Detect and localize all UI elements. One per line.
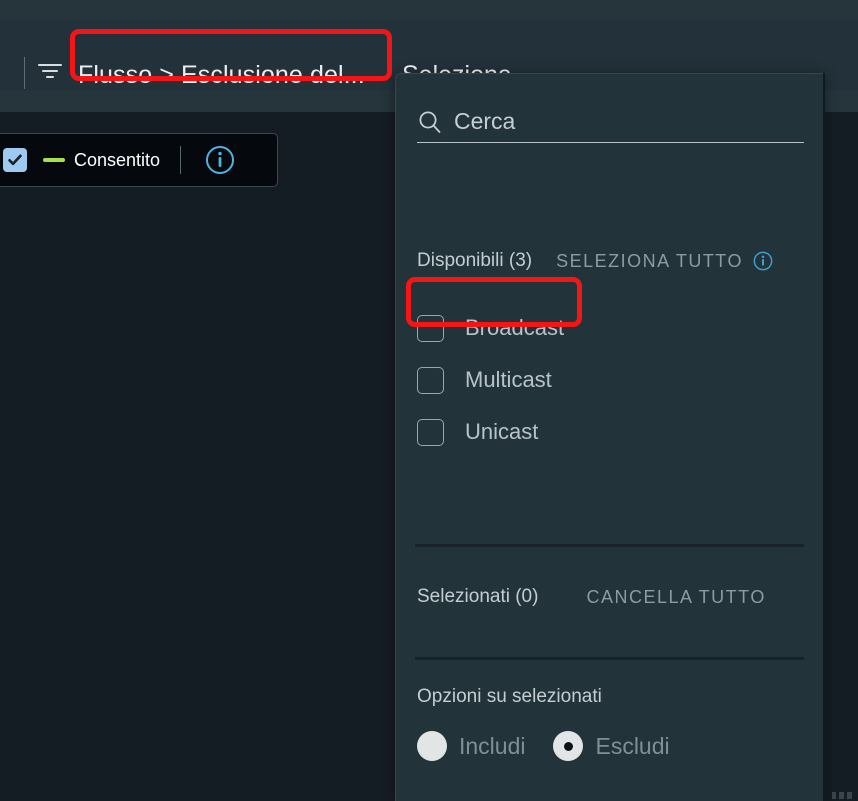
option-label: Multicast <box>465 367 552 392</box>
available-header: Disponibili (3) SELEZIONA TUTTO <box>417 250 773 272</box>
toolbar-divider <box>24 57 25 89</box>
list-item[interactable]: Unicast <box>417 406 805 458</box>
bottom-cutoff-fragment <box>832 792 852 799</box>
radio-escludi[interactable] <box>553 731 584 761</box>
legend-checkbox[interactable] <box>3 148 27 172</box>
legend-color-swatch <box>43 158 65 162</box>
include-exclude-radio-group: Includi Escludi <box>417 731 670 761</box>
list-item[interactable]: Broadcast <box>417 302 805 354</box>
select-all-button[interactable]: SELEZIONA TUTTO <box>556 251 743 272</box>
legend-label: Consentito <box>74 149 161 170</box>
legend-chip: Consentito <box>0 133 278 187</box>
available-options-list: Broadcast Multicast Unicast <box>417 302 805 458</box>
radio-escludi-label: Escludi <box>595 732 670 759</box>
tab-active-label: Flusso > Esclusione del... <box>78 60 365 89</box>
panel-divider-top <box>415 544 804 547</box>
options-on-selected-title: Opzioni su selezionati <box>417 686 602 707</box>
option-checkbox[interactable] <box>417 418 444 446</box>
panel-divider-bottom <box>415 657 804 660</box>
selection-dropdown-panel: Cerca Disponibili (3) SELEZIONA TUTTO Br… <box>395 73 824 801</box>
radio-includi-label: Includi <box>459 732 526 759</box>
top-strip <box>0 0 858 20</box>
radio-includi[interactable] <box>417 731 447 761</box>
search-placeholder: Cerca <box>454 108 516 134</box>
panel-right-edge <box>823 73 825 801</box>
option-checkbox[interactable] <box>417 314 444 342</box>
legend-separator <box>180 146 182 174</box>
search-input[interactable]: Cerca <box>417 101 804 143</box>
option-label: Unicast <box>465 419 539 444</box>
filter-icon[interactable] <box>38 64 62 82</box>
radio-selected-dot <box>563 741 573 751</box>
selected-count-label: Selezionati (0) <box>417 586 539 607</box>
available-count-label: Disponibili (3) <box>417 250 533 271</box>
option-label: Broadcast <box>465 315 565 340</box>
info-icon[interactable] <box>753 251 773 271</box>
list-item[interactable]: Multicast <box>417 354 805 406</box>
info-icon[interactable] <box>205 145 235 175</box>
search-icon <box>417 109 443 135</box>
selected-header: Selezionati (0) CANCELLA TUTTO <box>417 586 766 608</box>
option-checkbox[interactable] <box>417 366 444 394</box>
clear-all-button[interactable]: CANCELLA TUTTO <box>586 587 765 608</box>
app-root: Flusso > Esclusione del... Seleziona Con… <box>0 0 858 801</box>
